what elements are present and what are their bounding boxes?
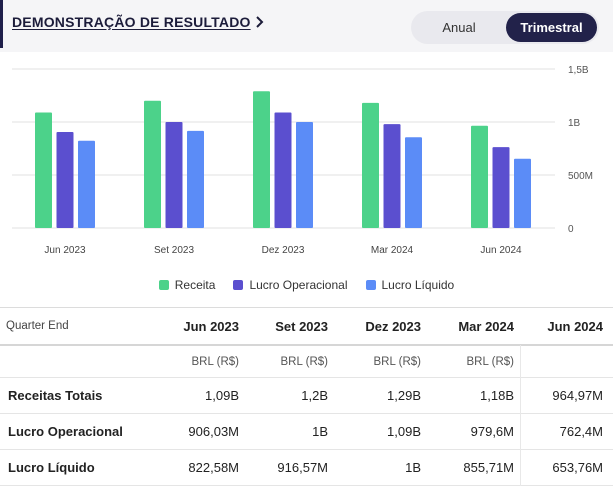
x-tick-label: Jun 2023 bbox=[44, 245, 86, 256]
y-tick-label: 0 bbox=[568, 224, 574, 235]
toggle-trimestral-button[interactable]: Trimestral bbox=[506, 13, 597, 42]
y-tick-label: 1,5B bbox=[568, 65, 589, 76]
header-accent-bar bbox=[0, 0, 3, 48]
column-header: Set 2023 bbox=[275, 318, 328, 334]
chart-bar[interactable] bbox=[165, 122, 183, 228]
quarter-end-label: Quarter End bbox=[6, 320, 69, 332]
chevron-right-icon bbox=[255, 16, 264, 28]
table-cell: 1,18B bbox=[480, 388, 514, 403]
column-header: Mar 2024 bbox=[458, 318, 514, 334]
table-cell: 1B bbox=[312, 424, 328, 439]
table-cell: 964,97M bbox=[552, 388, 603, 403]
legend-label-receita: Receita bbox=[174, 278, 216, 292]
chart-bar[interactable] bbox=[405, 137, 422, 228]
legend-item-lucro-liquido[interactable]: Lucro Líquido bbox=[365, 278, 455, 292]
legend-label-lucro-liquido: Lucro Líquido bbox=[381, 278, 455, 292]
column-divider bbox=[520, 345, 521, 486]
row-label: Lucro Líquido bbox=[8, 460, 95, 475]
row-label: Lucro Operacional bbox=[8, 424, 123, 439]
x-tick-label: Mar 2024 bbox=[371, 245, 414, 256]
legend-item-lucro-operacional[interactable]: Lucro Operacional bbox=[233, 278, 348, 292]
chart-bar[interactable] bbox=[296, 122, 313, 228]
legend-item-receita[interactable]: Receita bbox=[158, 278, 216, 292]
legend-swatch-lucro-liquido bbox=[365, 280, 376, 290]
currency-cell: BRL (R$) bbox=[280, 355, 329, 368]
income-table: Quarter End Jun 2023 Set 2023 Dez 2023 M… bbox=[0, 307, 613, 486]
chart-bar[interactable] bbox=[56, 131, 74, 228]
table-header-row: Quarter End Jun 2023 Set 2023 Dez 2023 M… bbox=[0, 308, 613, 346]
table-cell: 1,09B bbox=[205, 388, 239, 403]
chart-bar[interactable] bbox=[78, 140, 95, 228]
income-chart-svg: 0 500M 1B 1,5B Jun 2023 Set 2023 Dez 2023 Mar 2… bbox=[12, 65, 593, 256]
row-label: Receitas Totais bbox=[8, 388, 103, 403]
legend-swatch-lucro-operacional bbox=[233, 280, 244, 290]
chart-bar[interactable] bbox=[274, 112, 292, 228]
section-header: DEMONSTRAÇÃO DE RESULTADO Anual Trimestr… bbox=[0, 0, 613, 52]
table-cell: 1,2B bbox=[301, 388, 328, 403]
chart-bar[interactable] bbox=[187, 130, 204, 228]
table-row-lucro-operacional: Lucro Operacional 906,03M 1B 1,09B 979,6… bbox=[0, 414, 613, 450]
table-cell: 979,6M bbox=[470, 424, 514, 439]
toggle-anual-button[interactable]: Anual bbox=[417, 13, 501, 42]
section-title: DEMONSTRAÇÃO DE RESULTADO bbox=[12, 14, 251, 30]
column-header: Dez 2023 bbox=[365, 318, 421, 334]
legend-label-lucro-operacional: Lucro Operacional bbox=[249, 278, 348, 292]
column-header: Jun 2023 bbox=[183, 318, 239, 334]
chart-bar[interactable] bbox=[253, 91, 270, 228]
table-cell: 653,76M bbox=[552, 460, 603, 475]
table-row-lucro-liquido: Lucro Líquido 822,58M 916,57M 1B 855,71M… bbox=[0, 450, 613, 486]
table-cell: 1,29B bbox=[387, 388, 421, 403]
table-cell: 906,03M bbox=[188, 424, 239, 439]
table-cell: 1B bbox=[405, 460, 421, 475]
x-tick-label: Set 2023 bbox=[154, 245, 194, 256]
y-tick-label: 1B bbox=[568, 118, 581, 129]
currency-cell: BRL (R$) bbox=[191, 355, 240, 368]
chart-bar[interactable] bbox=[471, 125, 488, 228]
y-tick-label: 500M bbox=[568, 171, 593, 182]
period-toggle: Anual Trimestral bbox=[411, 11, 599, 44]
chart-bar[interactable] bbox=[514, 158, 531, 228]
table-cell: 855,71M bbox=[463, 460, 514, 475]
column-header: Jun 2024 bbox=[547, 318, 603, 334]
table-cell: 916,57M bbox=[277, 460, 328, 475]
currency-cell: BRL (R$) bbox=[373, 355, 422, 368]
currency-row: BRL (R$) BRL (R$) BRL (R$) BRL (R$) bbox=[0, 346, 613, 378]
chart-bar[interactable] bbox=[362, 102, 379, 228]
chart-bar[interactable] bbox=[144, 100, 161, 228]
chart-bar[interactable] bbox=[35, 112, 52, 228]
table-row-receitas-totais: Receitas Totais 1,09B 1,2B 1,29B 1,18B 9… bbox=[0, 378, 613, 414]
table-cell: 762,4M bbox=[559, 424, 603, 439]
table-cell: 822,58M bbox=[188, 460, 239, 475]
chart-legend: Receita Lucro Operacional Lucro Líquido bbox=[0, 278, 613, 292]
currency-cell bbox=[515, 346, 603, 377]
chart-bar[interactable] bbox=[492, 147, 510, 228]
table-cell: 1,09B bbox=[387, 424, 421, 439]
x-tick-label: Jun 2024 bbox=[480, 245, 522, 256]
chart-bar[interactable] bbox=[383, 124, 401, 228]
x-tick-label: Dez 2023 bbox=[262, 245, 305, 256]
income-chart: 0 500M 1B 1,5B Jun 2023 Set 2023 Dez 2023 Mar 2… bbox=[0, 56, 613, 266]
legend-swatch-receita bbox=[158, 280, 169, 290]
section-title-link[interactable]: DEMONSTRAÇÃO DE RESULTADO bbox=[12, 14, 264, 30]
currency-cell: BRL (R$) bbox=[466, 355, 515, 368]
